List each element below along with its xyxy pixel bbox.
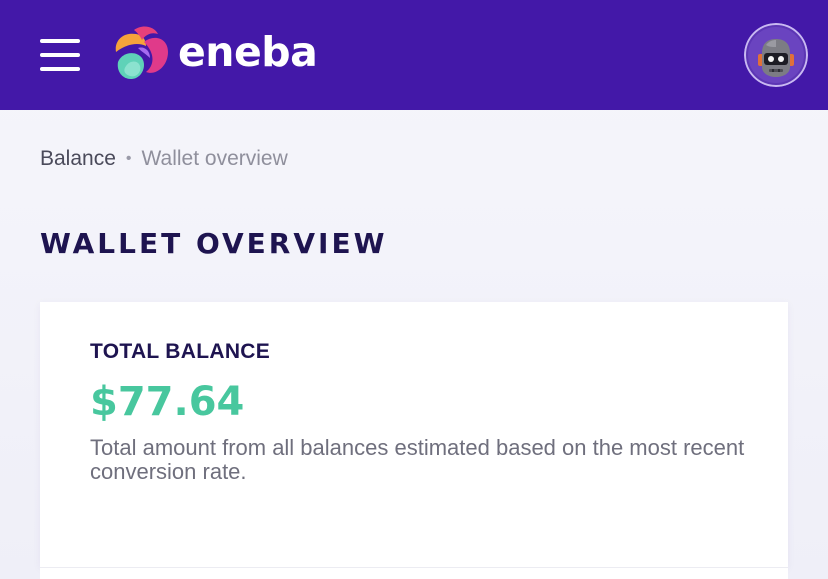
eneba-logo-icon <box>115 26 168 80</box>
total-balance-amount: $77.64 <box>90 379 245 425</box>
eneba-logo-link[interactable]: eneba <box>108 22 318 88</box>
logo-wordmark: eneba <box>178 27 318 76</box>
top-navigation-bar: eneba <box>0 0 828 110</box>
breadcrumb-balance-link[interactable]: Balance <box>40 147 116 171</box>
robot-avatar-icon <box>744 23 808 87</box>
page-title: WALLET OVERVIEW <box>40 227 388 260</box>
breadcrumb: Balance • Wallet overview <box>40 147 288 171</box>
breadcrumb-current: Wallet overview <box>141 147 288 170</box>
total-balance-description: Total amount from all balances estimated… <box>90 435 745 484</box>
hamburger-line <box>40 53 80 57</box>
breadcrumb-separator: • <box>125 150 132 167</box>
next-card-edge <box>40 567 788 579</box>
total-balance-card: TOTAL BALANCE $77.64 Total amount from a… <box>40 302 788 567</box>
hamburger-line <box>40 67 80 71</box>
hamburger-line <box>40 39 80 43</box>
hamburger-menu-icon[interactable] <box>40 39 80 71</box>
user-avatar[interactable] <box>744 23 808 87</box>
total-balance-label: TOTAL BALANCE <box>90 340 271 363</box>
